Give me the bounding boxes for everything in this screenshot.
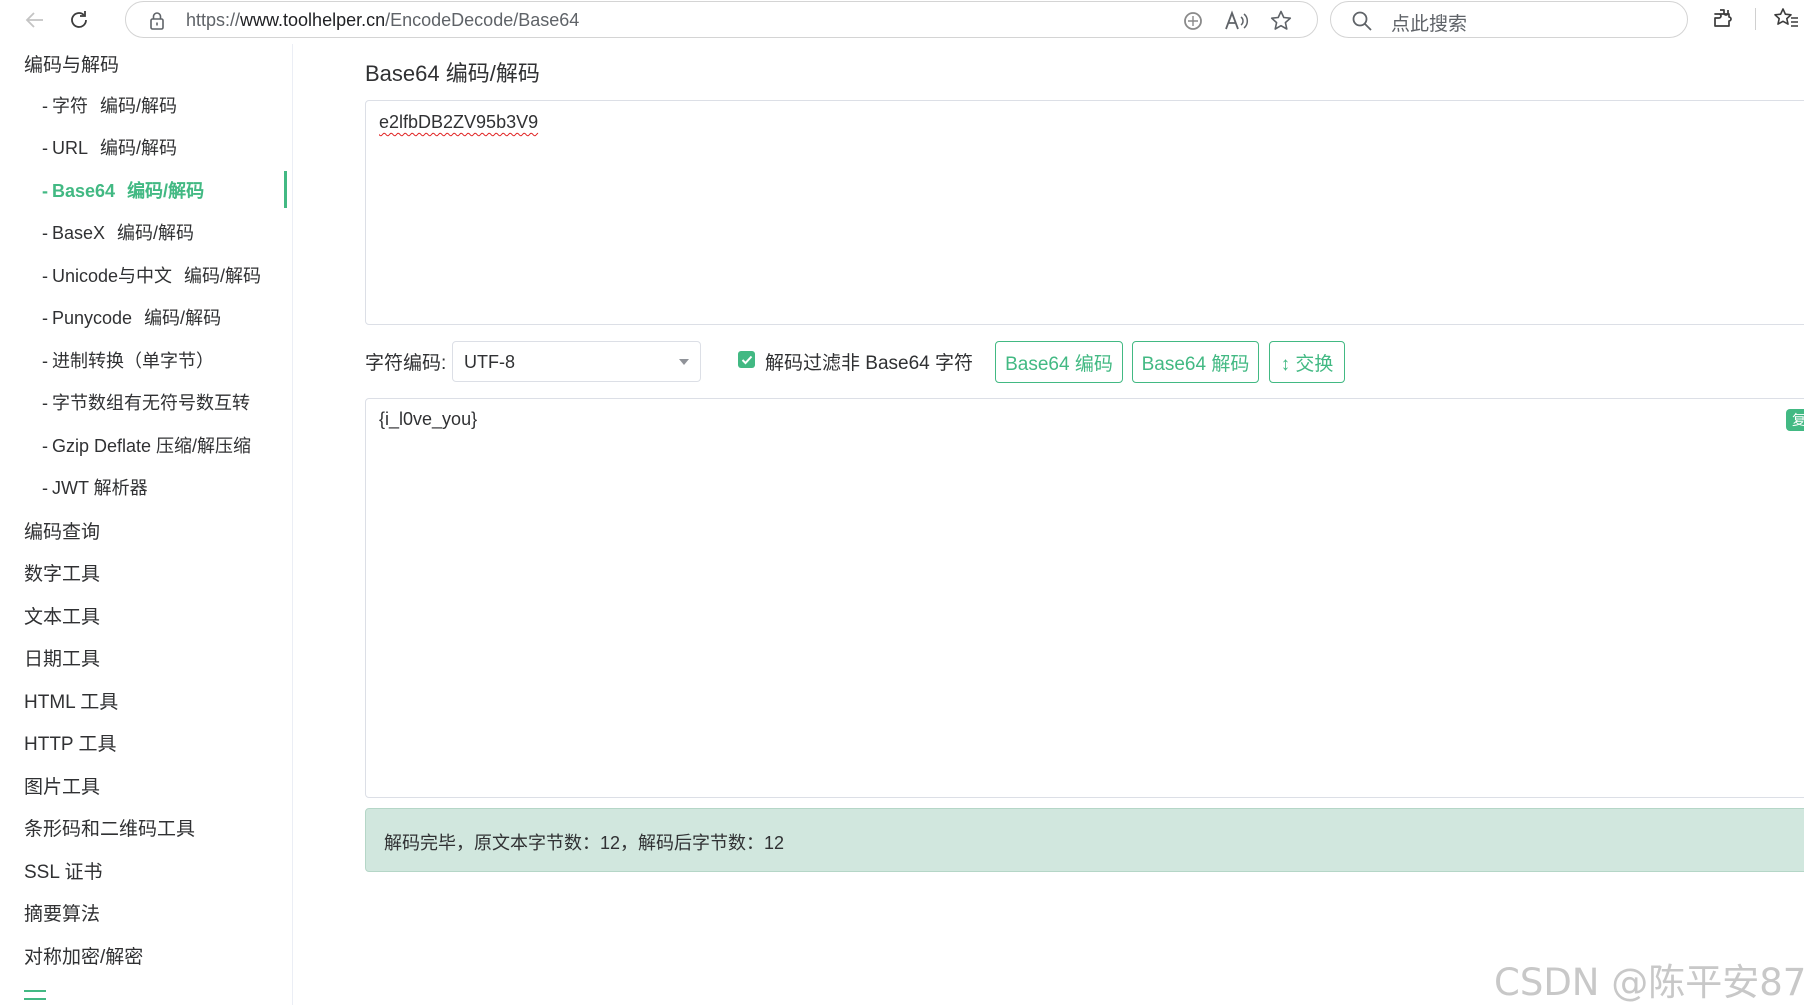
swap-button[interactable]: ↕ 交换 <box>1269 341 1345 383</box>
filter-checkbox[interactable] <box>738 351 755 368</box>
output-textarea[interactable]: {i_l0ve_you} <box>365 398 1804 798</box>
sidebar-item-basex[interactable]: - BaseX 编码/解码 <box>42 219 194 245</box>
refresh-icon[interactable] <box>62 4 96 36</box>
back-icon[interactable] <box>18 4 52 36</box>
address-bar[interactable]: https://www.toolhelper.cn/EncodeDecode/B… <box>125 1 1318 38</box>
page-title: Base64 编码/解码 <box>365 61 540 86</box>
input-text: e2lfbDB2ZV95b3V9 <box>379 112 539 132</box>
search-icon <box>1351 10 1373 37</box>
sidebar-item-unicode[interactable]: - Unicode与中文 编码/解码 <box>42 262 261 288</box>
charset-select[interactable]: UTF-8 <box>452 341 701 382</box>
filter-checkbox-label[interactable]: 解码过滤非 Base64 字符 <box>765 348 973 375</box>
status-alert: 解码完毕，原文本字节数：12，解码后字节数：12 <box>365 808 1804 872</box>
charset-value: UTF-8 <box>464 352 515 372</box>
lock-icon[interactable] <box>148 11 166 36</box>
sidebar-item-gzip[interactable]: - Gzip Deflate 压缩/解压缩 <box>42 432 251 458</box>
status-text: 解码完毕，原文本字节数：12，解码后字节数：12 <box>384 833 785 853</box>
sidebar-group-symmetric-crypto[interactable]: 对称加密/解密 <box>24 942 143 969</box>
extensions-icon[interactable] <box>1710 6 1736 37</box>
search-placeholder: 点此搜索 <box>1391 14 1468 35</box>
chevron-down-icon <box>679 359 689 365</box>
sidebar-group-text-tools[interactable]: 文本工具 <box>24 602 100 629</box>
base64-encode-button[interactable]: Base64 编码 <box>995 341 1123 383</box>
active-item-indicator <box>284 171 287 208</box>
sidebar-item-jwt[interactable]: - JWT 解析器 <box>42 474 148 500</box>
copy-button[interactable]: 复 <box>1786 409 1804 431</box>
check-icon <box>741 355 752 364</box>
sidebar-group-number-tools[interactable]: 数字工具 <box>24 559 100 586</box>
sidebar-group-barcode-tools[interactable]: 条形码和二维码工具 <box>24 814 195 841</box>
sidebar: 编码与解码 - 字符 编码/解码 - URL 编码/解码 - Base64 编码/解码 -B… <box>6 44 293 1005</box>
favorite-star-icon[interactable] <box>1269 9 1293 38</box>
sidebar-item-radix[interactable]: - 进制转换（单字节） <box>42 347 214 373</box>
watermark: CSDN @陈平安878 <box>1494 961 1804 1004</box>
sidebar-group-html-tools[interactable]: HTML 工具 <box>24 687 118 714</box>
sidebar-group-http-tools[interactable]: HTTP 工具 <box>24 729 117 756</box>
sidebar-item-byte-array[interactable]: - 字节数组有无符号数互转 <box>42 389 250 415</box>
sidebar-group-date-tools[interactable]: 日期工具 <box>24 644 100 671</box>
sidebar-item-base64[interactable]: - Base64 编码/解码 <box>42 177 204 203</box>
menu-toggle-icon[interactable] <box>24 990 46 1006</box>
output-text: {i_l0ve_you} <box>379 409 478 429</box>
sidebar-group-encode-decode[interactable]: 编码与解码 <box>24 50 119 77</box>
sidebar-group-encoding-query[interactable]: 编码查询 <box>24 517 100 544</box>
sidebar-group-ssl[interactable]: SSL 证书 <box>24 857 103 884</box>
browser-toolbar: https://www.toolhelper.cn/EncodeDecode/B… <box>0 0 1804 40</box>
favorites-icon[interactable] <box>1772 6 1800 37</box>
read-aloud-icon[interactable] <box>1223 9 1249 38</box>
url-text[interactable]: https://www.toolhelper.cn/EncodeDecode/B… <box>186 10 579 31</box>
browser-search-box[interactable]: 点此搜索 <box>1330 1 1688 38</box>
base64-decode-button[interactable]: Base64 解码 <box>1132 341 1259 383</box>
charset-label: 字符编码: <box>365 353 447 374</box>
sidebar-group-image-tools[interactable]: 图片工具 <box>24 772 100 799</box>
sidebar-item-char[interactable]: - 字符 编码/解码 <box>42 92 177 118</box>
toolbar-separator <box>1755 8 1756 30</box>
sidebar-item-url[interactable]: - URL 编码/解码 <box>42 134 177 160</box>
translate-icon[interactable] <box>1181 9 1205 38</box>
sidebar-item-punycode[interactable]: - Punycode 编码/解码 <box>42 304 221 330</box>
input-textarea[interactable]: e2lfbDB2ZV95b3V9 <box>365 100 1804 325</box>
sidebar-group-digest[interactable]: 摘要算法 <box>24 899 100 926</box>
